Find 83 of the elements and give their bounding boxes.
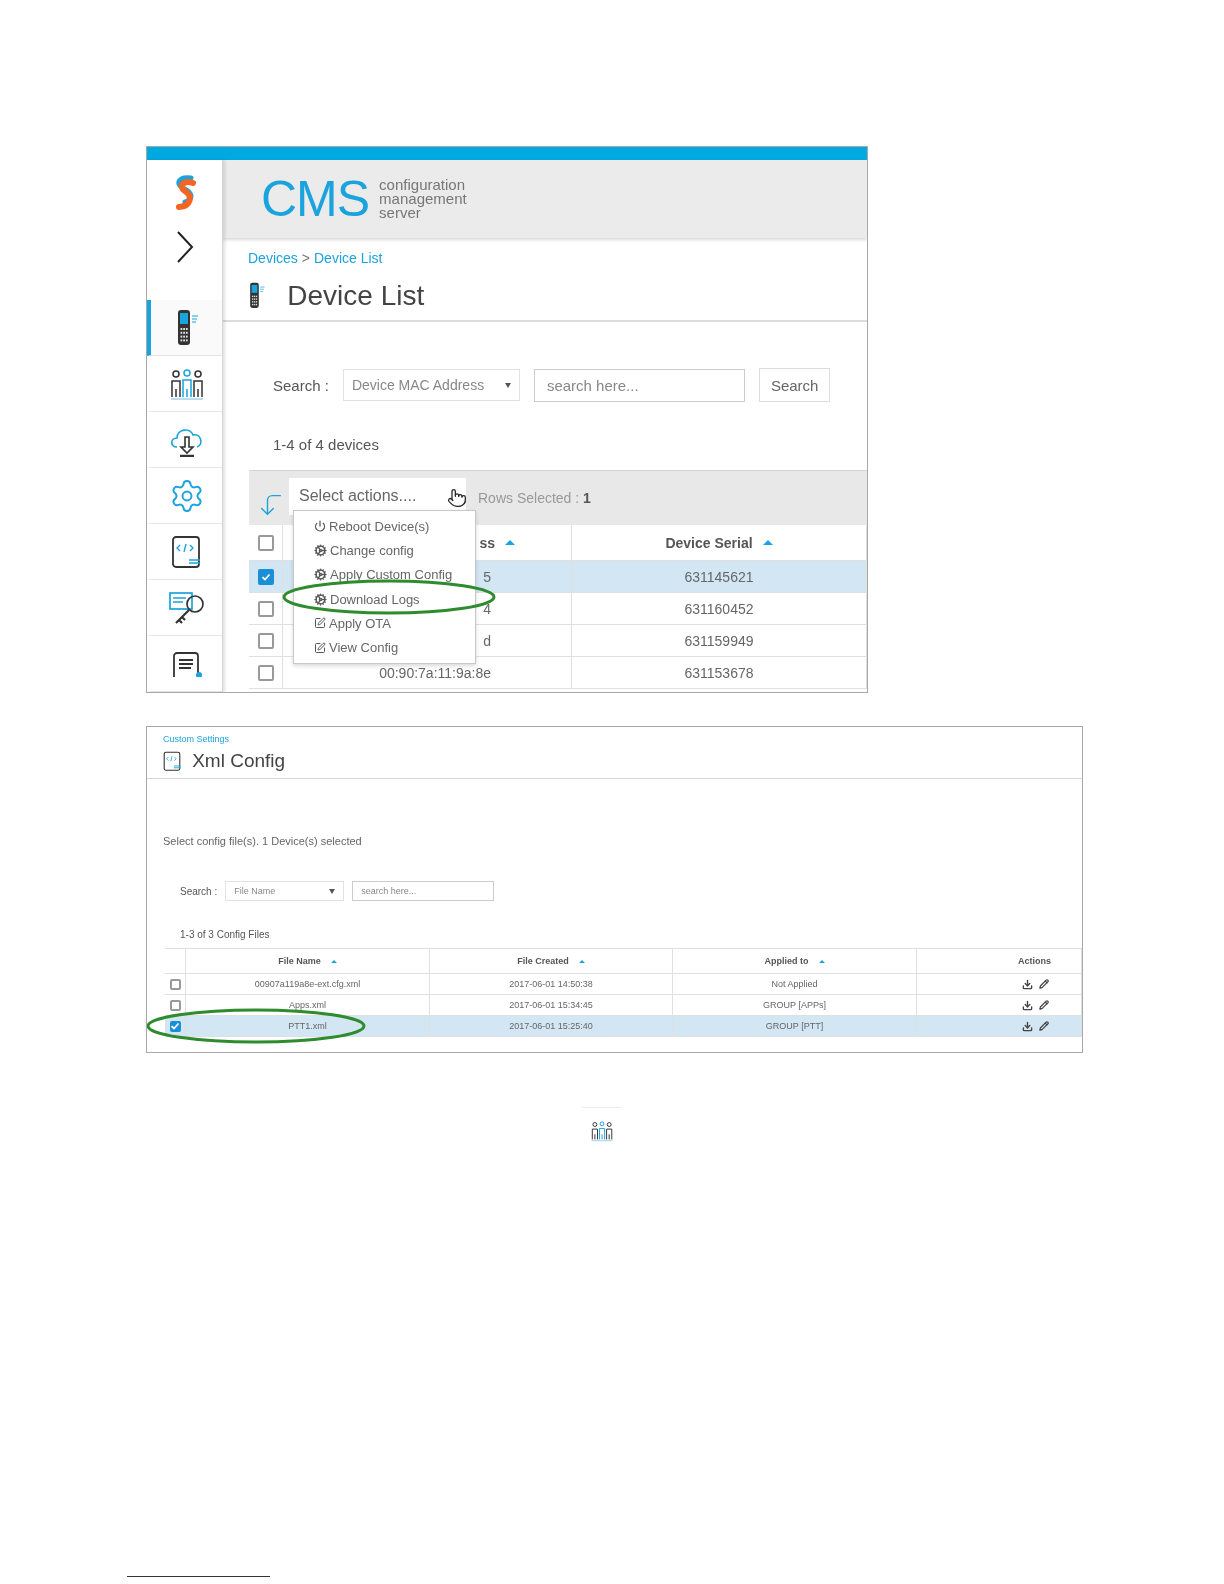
menu-item[interactable]: Reboot Device(s): [329, 518, 430, 534]
phone-icon: [248, 282, 266, 310]
sidebar-item[interactable]: [147, 524, 222, 580]
device-count: 1-4 of 4 devices: [272, 436, 380, 453]
search-field-select[interactable]: Device MAC Address: [342, 369, 520, 401]
gears-icon: [314, 568, 327, 582]
checkbox[interactable]: [169, 978, 181, 990]
search-label: Search :: [180, 885, 218, 897]
sort-arrow-icon: [818, 959, 825, 963]
edit-icon: [314, 617, 326, 630]
xml-file-icon: [163, 750, 183, 772]
table-cell: 00907a119a8e-ext.cfg.xml: [186, 974, 430, 995]
logo-subtitle: server: [379, 206, 421, 220]
sort-arrow-icon: [578, 959, 585, 963]
instruction-text: Select config file(s). 1 Device(s) selected: [162, 834, 363, 847]
menu-item[interactable]: Apply Custom Config: [330, 567, 453, 583]
checkbox[interactable]: [257, 664, 274, 681]
checkbox[interactable]: [169, 1020, 181, 1032]
checkbox[interactable]: [257, 534, 274, 551]
breadcrumb-separator: >: [301, 250, 310, 266]
logo-subtitle: management: [379, 192, 467, 206]
gears-icon: [314, 543, 327, 557]
key-search-icon: [167, 589, 206, 626]
checkbox[interactable]: [169, 999, 181, 1011]
document-icon: [170, 650, 203, 677]
sort-arrow-icon: [330, 959, 337, 963]
rows-selected-text: Rows Selected : 1: [478, 490, 591, 506]
gears-icon: [314, 592, 327, 606]
table-cell: PTT1.xml: [186, 1016, 430, 1037]
logo-title: CMS: [261, 174, 370, 224]
column-header[interactable]: File Name: [278, 956, 321, 966]
menu-item[interactable]: Download Logs: [330, 591, 420, 607]
sidebar-item[interactable]: [147, 300, 222, 356]
table-cell: Apps.xml: [186, 995, 430, 1016]
sort-arrow-icon: [505, 540, 515, 545]
table-cell: 2017-06-01 15:25:40: [430, 1016, 673, 1037]
download-icon[interactable]: [1022, 978, 1033, 990]
column-header[interactable]: File Created: [517, 956, 569, 966]
pencil-icon[interactable]: [1039, 1021, 1049, 1031]
sort-arrow-icon: [762, 540, 773, 545]
page-title: Device List: [287, 280, 425, 312]
edit-icon: [314, 641, 326, 654]
people-icon: [169, 366, 204, 401]
people-icon: [590, 1120, 614, 1143]
power-icon: [314, 520, 326, 533]
page-title: Xml Config: [192, 750, 286, 772]
sidebar-item[interactable]: [147, 580, 222, 636]
search-field[interactable]: search here...: [352, 881, 495, 901]
pencil-icon[interactable]: [1039, 979, 1049, 989]
column-header[interactable]: ss: [479, 534, 495, 551]
pencil-icon[interactable]: [1039, 1000, 1049, 1010]
table-cell: 631153678: [572, 657, 867, 689]
hand-cursor-icon: [447, 488, 467, 508]
checkbox[interactable]: [257, 632, 274, 649]
check-icon: [170, 1021, 180, 1031]
table-cell: 631159949: [572, 625, 867, 657]
search-button[interactable]: Search: [758, 368, 831, 402]
column-header[interactable]: Applied to: [764, 956, 809, 966]
download-icon[interactable]: [1022, 999, 1033, 1011]
xml-file-icon: [170, 534, 203, 569]
search-field[interactable]: search here...: [533, 368, 745, 402]
table-cell: 631160452: [572, 593, 867, 625]
menu-item[interactable]: Change config: [330, 542, 414, 558]
table-cell: Not Applied: [673, 974, 917, 995]
sidebar-item[interactable]: [147, 636, 222, 692]
menu-item[interactable]: View Config: [329, 640, 399, 656]
download-icon[interactable]: [1022, 1020, 1033, 1032]
file-count: 1-3 of 3 Config Files: [179, 929, 271, 940]
column-header[interactable]: Actions: [1018, 956, 1051, 966]
table-cell: 631145621: [572, 561, 867, 593]
table-cell: 2017-06-01 15:34:45: [430, 995, 673, 1016]
sidebar-item[interactable]: [147, 412, 222, 468]
column-header[interactable]: Device Serial: [665, 534, 753, 551]
chevron-right-icon[interactable]: [175, 230, 194, 264]
sidebar-item[interactable]: [147, 356, 222, 412]
table-cell: GROUP [APPs]: [673, 995, 917, 1016]
table-cell: 2017-06-01 14:50:38: [430, 974, 673, 995]
search-field-select[interactable]: File Name: [225, 881, 345, 901]
check-icon: [260, 571, 271, 582]
table-cell: GROUP [PTT]: [673, 1016, 917, 1037]
search-label: Search :: [273, 376, 329, 394]
checkbox[interactable]: [257, 600, 274, 617]
checkbox[interactable]: [257, 568, 274, 585]
